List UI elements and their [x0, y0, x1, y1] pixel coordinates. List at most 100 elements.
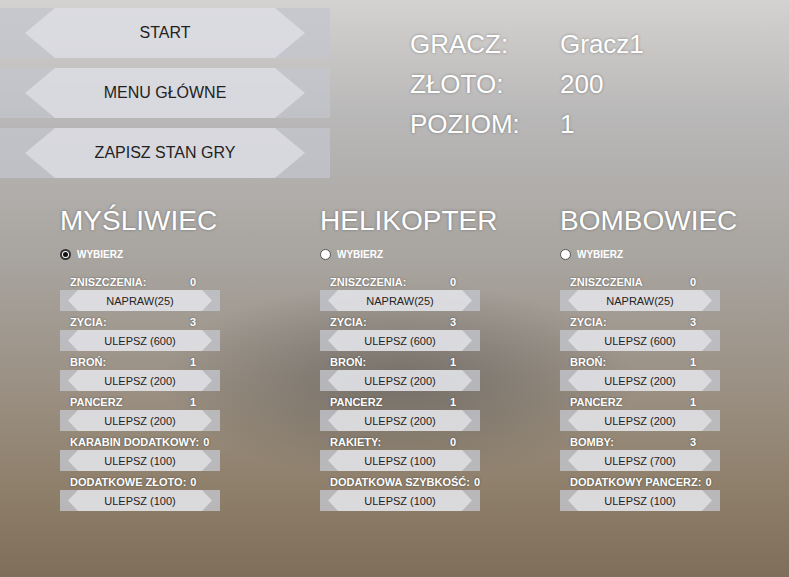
aircraft-title: BOMBOWIEC — [560, 204, 789, 238]
stat-value: 0 — [450, 436, 456, 448]
player-info-row: POZIOM: 1 — [410, 104, 644, 144]
stat-row: ZNISZCZENIA: 0 — [320, 274, 560, 290]
upgrade-button[interactable]: ULEPSZ (100) — [60, 490, 220, 511]
aircraft-columns: MYŚLIWIEC WYBIERZ ZNISZCZENIA: 0 NAPRAW(… — [0, 204, 789, 514]
stat-item: ZYCIA: 3 ULEPSZ (600) — [320, 314, 560, 351]
upgrade-button[interactable]: ULEPSZ (600) — [320, 330, 480, 351]
upgrade-button[interactable]: NAPRAW(25) — [60, 290, 220, 311]
stat-item: PANCERZ 1 ULEPSZ (200) — [60, 394, 320, 431]
stat-label: KARABIN DODATKOWY: — [70, 436, 199, 448]
stat-value: 0 — [705, 476, 711, 488]
stat-label: ZYCIA: — [70, 316, 186, 328]
upgrade-button[interactable]: ULEPSZ (100) — [320, 450, 480, 471]
radio-icon[interactable] — [560, 249, 571, 260]
upgrade-button[interactable]: ULEPSZ (200) — [320, 370, 480, 391]
stat-label: ZNISZCZENIA — [570, 276, 686, 288]
aircraft-title: MYŚLIWIEC — [60, 204, 320, 238]
stat-label: BOMBY: — [570, 436, 686, 448]
select-radio[interactable]: WYBIERZ — [560, 246, 789, 262]
stat-row: ZYCIA: 3 — [320, 314, 560, 330]
stat-item: DODATKOWA SZYBKOŚĆ: 0 ULEPSZ (100) — [320, 474, 560, 511]
player-info-label: ZŁOTO: — [410, 64, 560, 104]
stat-item: BROŃ: 1 ULEPSZ (200) — [560, 354, 789, 391]
stat-item: ZYCIA: 3 ULEPSZ (600) — [60, 314, 320, 351]
stat-label: DODATKOWY PANCERZ: — [570, 476, 701, 488]
stat-row: DODATKOWE ZŁOTO: 0 — [60, 474, 320, 490]
stat-row: ZYCIA: 3 — [60, 314, 320, 330]
stat-row: ZNISZCZENIA: 0 — [60, 274, 320, 290]
stat-item: BOMBY: 3 ULEPSZ (700) — [560, 434, 789, 471]
upgrade-button[interactable]: ULEPSZ (600) — [60, 330, 220, 351]
stat-label: ZNISZCZENIA: — [70, 276, 186, 288]
stat-item: ZNISZCZENIA: 0 NAPRAW(25) — [60, 274, 320, 311]
stat-item: ZYCIA: 3 ULEPSZ (600) — [560, 314, 789, 351]
upgrade-button[interactable]: ULEPSZ (600) — [560, 330, 720, 351]
aircraft-title: HELIKOPTER — [320, 204, 560, 238]
stat-row: PANCERZ 1 — [60, 394, 320, 410]
upgrade-button[interactable]: NAPRAW(25) — [320, 290, 480, 311]
stat-item: BROŃ: 1 ULEPSZ (200) — [60, 354, 320, 391]
radio-icon[interactable] — [60, 249, 71, 260]
upgrade-button[interactable]: ULEPSZ (100) — [60, 450, 220, 471]
menu-button[interactable]: START — [0, 8, 330, 58]
stat-label: RAKIETY: — [330, 436, 446, 448]
menu-button[interactable]: ZAPISZ STAN GRY — [0, 128, 330, 178]
stat-row: ZNISZCZENIA 0 — [560, 274, 789, 290]
stat-list: ZNISZCZENIA: 0 NAPRAW(25)ZYCIA: 3 ULEPSZ… — [60, 274, 320, 514]
upgrade-button[interactable]: ULEPSZ (100) — [560, 490, 720, 511]
stat-label: DODATKOWA SZYBKOŚĆ: — [330, 476, 470, 488]
upgrade-button[interactable]: ULEPSZ (200) — [60, 410, 220, 431]
stat-label: BROŃ: — [570, 356, 686, 368]
upgrade-button[interactable]: ULEPSZ (100) — [320, 490, 480, 511]
stat-row: RAKIETY: 0 — [320, 434, 560, 450]
stat-item: KARABIN DODATKOWY: 0 ULEPSZ (100) — [60, 434, 320, 471]
upgrade-button[interactable]: ULEPSZ (200) — [60, 370, 220, 391]
stat-value: 3 — [690, 316, 696, 328]
menu-button[interactable]: MENU GŁÓWNE — [0, 68, 330, 118]
upgrade-button[interactable]: ULEPSZ (200) — [560, 410, 720, 431]
stat-row: BROŃ: 1 — [320, 354, 560, 370]
stat-row: DODATKOWA SZYBKOŚĆ: 0 — [320, 474, 560, 490]
stat-value: 1 — [690, 396, 696, 408]
select-radio[interactable]: WYBIERZ — [60, 246, 320, 262]
player-info-value: 1 — [560, 104, 574, 144]
stat-list: ZNISZCZENIA 0 NAPRAW(25)ZYCIA: 3 ULEPSZ … — [560, 274, 789, 514]
radio-icon[interactable] — [320, 249, 331, 260]
stat-item: DODATKOWE ZŁOTO: 0 ULEPSZ (100) — [60, 474, 320, 511]
stat-label: PANCERZ — [570, 396, 686, 408]
upgrade-button[interactable]: ULEPSZ (700) — [560, 450, 720, 471]
player-info-value: Gracz1 — [560, 24, 644, 64]
stat-label: DODATKOWE ZŁOTO: — [70, 476, 186, 488]
stat-item: ZNISZCZENIA: 0 NAPRAW(25) — [320, 274, 560, 311]
aircraft-column: MYŚLIWIEC WYBIERZ ZNISZCZENIA: 0 NAPRAW(… — [60, 204, 320, 514]
stat-value: 0 — [190, 476, 196, 488]
stat-row: BOMBY: 3 — [560, 434, 789, 450]
player-info-label: GRACZ: — [410, 24, 560, 64]
stat-label: ZNISZCZENIA: — [330, 276, 446, 288]
stat-value: 1 — [190, 396, 196, 408]
radio-label: WYBIERZ — [577, 249, 623, 260]
stat-item: DODATKOWY PANCERZ: 0 ULEPSZ (100) — [560, 474, 789, 511]
stat-row: PANCERZ 1 — [560, 394, 789, 410]
stat-label: ZYCIA: — [330, 316, 446, 328]
stat-value: 0 — [190, 276, 196, 288]
stat-label: BROŃ: — [70, 356, 186, 368]
stat-row: DODATKOWY PANCERZ: 0 — [560, 474, 789, 490]
player-info-label: POZIOM: — [410, 104, 560, 144]
upgrade-button[interactable]: ULEPSZ (200) — [320, 410, 480, 431]
stat-item: RAKIETY: 0 ULEPSZ (100) — [320, 434, 560, 471]
stat-row: KARABIN DODATKOWY: 0 — [60, 434, 320, 450]
select-radio[interactable]: WYBIERZ — [320, 246, 560, 262]
stat-row: ZYCIA: 3 — [560, 314, 789, 330]
stat-value: 0 — [690, 276, 696, 288]
upgrade-button[interactable]: ULEPSZ (200) — [560, 370, 720, 391]
main-menu: START MENU GŁÓWNE ZAPISZ STAN GRY — [0, 8, 330, 178]
radio-label: WYBIERZ — [77, 249, 123, 260]
game-screen: START MENU GŁÓWNE ZAPISZ STAN GRY GRACZ: G… — [0, 0, 789, 577]
player-info-row: ZŁOTO: 200 — [410, 64, 644, 104]
stat-value: 3 — [450, 316, 456, 328]
stat-value: 1 — [190, 356, 196, 368]
radio-label: WYBIERZ — [337, 249, 383, 260]
upgrade-button[interactable]: NAPRAW(25) — [560, 290, 720, 311]
stat-item: ZNISZCZENIA 0 NAPRAW(25) — [560, 274, 789, 311]
